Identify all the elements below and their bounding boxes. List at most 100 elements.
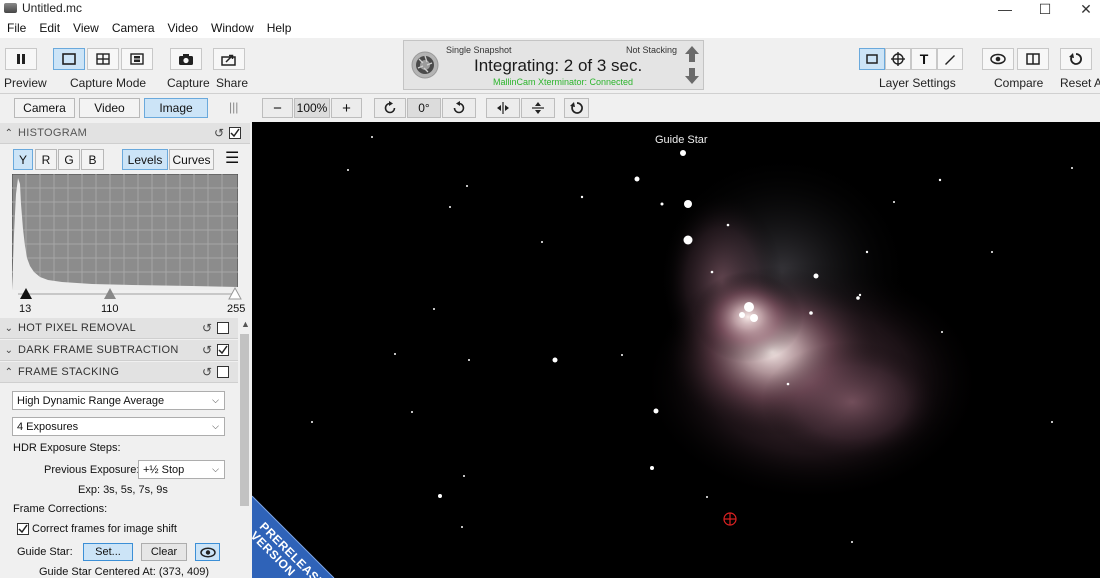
flip-vertical-button[interactable] (521, 98, 555, 118)
main-toolbar: Preview Capture Mode Capture Share Singl… (0, 38, 1100, 94)
collapse-icon: ⌃ (4, 127, 14, 139)
chevron-down-icon: ⌵ (212, 395, 219, 405)
reset-frame-stacking-icon[interactable]: ↺ (202, 365, 212, 379)
panel-scrollbar[interactable]: ▲ (239, 318, 251, 578)
white-point-handle[interactable] (228, 287, 242, 301)
dark-frame-subtraction-header[interactable]: ⌄ DARK FRAME SUBTRACTION ↺ (0, 340, 238, 361)
reset-hot-pixel-icon[interactable]: ↺ (202, 321, 212, 335)
channel-r-tab[interactable]: R (35, 149, 57, 170)
share-button[interactable] (213, 48, 245, 70)
chevron-down-icon: ⌵ (212, 421, 219, 431)
capture-mode-film-button[interactable] (121, 48, 153, 70)
up-down-arrows-icon[interactable] (684, 45, 700, 85)
stacking-method-value: High Dynamic Range Average (17, 394, 165, 407)
maximize-button[interactable]: ☐ (1030, 0, 1060, 18)
curves-tab[interactable]: Curves (169, 149, 214, 170)
histogram-menu-icon[interactable]: ☰ (225, 151, 239, 167)
capture-label: Capture (167, 76, 210, 90)
rotate-ccw-button[interactable] (374, 98, 406, 118)
levels-tab[interactable]: Levels (122, 149, 168, 170)
channel-g-tab[interactable]: G (58, 149, 80, 170)
drag-handle-icon[interactable]: ||| (229, 100, 238, 114)
hot-pixel-title: HOT PIXEL REMOVAL (18, 322, 136, 334)
compare-split-button[interactable] (1017, 48, 1049, 70)
black-point-handle[interactable] (19, 287, 33, 301)
layer-text-tool[interactable]: T (911, 48, 937, 70)
frame-corrections-label: Frame Corrections: (13, 503, 108, 515)
previous-exposure-select[interactable]: +½ Stop ⌵ (138, 460, 225, 479)
midpoint-handle[interactable] (103, 287, 117, 301)
reset-dark-frame-icon[interactable]: ↺ (202, 343, 212, 357)
show-guide-star-button[interactable] (195, 543, 220, 561)
menu-window[interactable]: Window (204, 21, 260, 35)
dark-frame-checkbox[interactable] (217, 344, 229, 356)
chevron-down-icon: ⌵ (212, 464, 219, 474)
capture-button[interactable] (170, 48, 202, 70)
reset-all-button[interactable] (1060, 48, 1092, 70)
channel-b-tab[interactable]: B (81, 149, 104, 170)
hot-pixel-removal-header[interactable]: ⌄ HOT PIXEL REMOVAL ↺ (0, 318, 238, 339)
check-icon (218, 345, 228, 355)
stacking-method-select[interactable]: High Dynamic Range Average ⌵ (12, 391, 225, 410)
set-guide-star-button[interactable]: Set... (83, 543, 133, 561)
histogram-enabled-checkbox[interactable] (229, 127, 241, 139)
channel-y-tab[interactable]: Y (13, 149, 33, 170)
black-point-value: 13 (19, 303, 32, 315)
tab-video[interactable]: Video (79, 98, 140, 118)
window-title: Untitled.mc (22, 1, 83, 15)
hot-pixel-checkbox[interactable] (217, 322, 229, 334)
zoom-in-button[interactable]: + (331, 98, 362, 118)
capture-mode-single-button[interactable] (53, 48, 85, 70)
clear-guide-star-button[interactable]: Clear (141, 543, 187, 561)
histogram-header[interactable]: ⌃ HISTOGRAM ↺ (0, 123, 250, 144)
zoom-level[interactable]: 100% (294, 98, 330, 118)
scroll-up-icon[interactable]: ▲ (241, 319, 250, 329)
flip-horizontal-button[interactable] (486, 98, 520, 118)
menu-help[interactable]: Help (260, 21, 298, 35)
menu-view[interactable]: View (66, 21, 105, 35)
stacking-status-text: Not Stacking (626, 45, 678, 55)
tab-image[interactable]: Image (144, 98, 208, 118)
frame-stacking-header[interactable]: ⌃ FRAME STACKING ↺ (0, 362, 238, 383)
close-button[interactable]: ✕ (1071, 0, 1100, 18)
layer-crosshair-tool[interactable] (885, 48, 911, 70)
correct-shift-label[interactable]: Correct frames for image shift (32, 523, 177, 535)
capture-mode-grid-button[interactable] (87, 48, 119, 70)
pause-icon (17, 54, 25, 64)
pause-button[interactable] (5, 48, 37, 70)
dark-frame-title: DARK FRAME SUBTRACTION (18, 344, 179, 356)
layer-rect-tool[interactable] (859, 48, 885, 70)
histogram-graph[interactable] (12, 174, 238, 290)
expand-icon: ⌄ (4, 344, 14, 356)
menu-bar: File Edit View Camera Video Window Help (0, 18, 1100, 38)
crosshair-icon (891, 52, 905, 66)
reset-view-button[interactable] (564, 98, 589, 118)
layer-draw-tool[interactable] (937, 48, 963, 70)
exposure-list-text: Exp: 3s, 5s, 7s, 9s (78, 484, 168, 496)
reset-histogram-icon[interactable]: ↺ (214, 126, 224, 140)
zoom-out-button[interactable]: − (262, 98, 293, 118)
rotation-value[interactable]: 0° (407, 98, 441, 118)
rotate-cw-button[interactable] (442, 98, 476, 118)
capture-mode-label: Capture Mode (70, 76, 147, 90)
rotate-ccw-icon (384, 101, 396, 114)
image-viewport[interactable]: Guide Star PRERELEASE VERSION (252, 122, 1100, 578)
minimize-button[interactable]: — (990, 0, 1020, 18)
menu-file[interactable]: File (0, 21, 32, 35)
frame-stacking-title: FRAME STACKING (18, 366, 120, 378)
compare-view-button[interactable] (982, 48, 1014, 70)
menu-camera[interactable]: Camera (105, 21, 161, 35)
tab-camera[interactable]: Camera (14, 98, 75, 118)
eye-icon (990, 53, 1006, 65)
film-icon (130, 53, 144, 65)
frame-stacking-checkbox[interactable] (217, 366, 229, 378)
previous-exposure-label: Previous Exposure: (44, 464, 140, 476)
scrollbar-thumb[interactable] (240, 334, 249, 506)
exposures-value: 4 Exposures (17, 420, 79, 433)
exposures-select[interactable]: 4 Exposures ⌵ (12, 417, 225, 436)
correct-shift-checkbox[interactable] (17, 523, 29, 535)
rectangle-icon (866, 54, 878, 64)
menu-edit[interactable]: Edit (32, 21, 66, 35)
menu-video[interactable]: Video (161, 21, 204, 35)
title-bar: Untitled.mc — ☐ ✕ (0, 0, 1100, 18)
